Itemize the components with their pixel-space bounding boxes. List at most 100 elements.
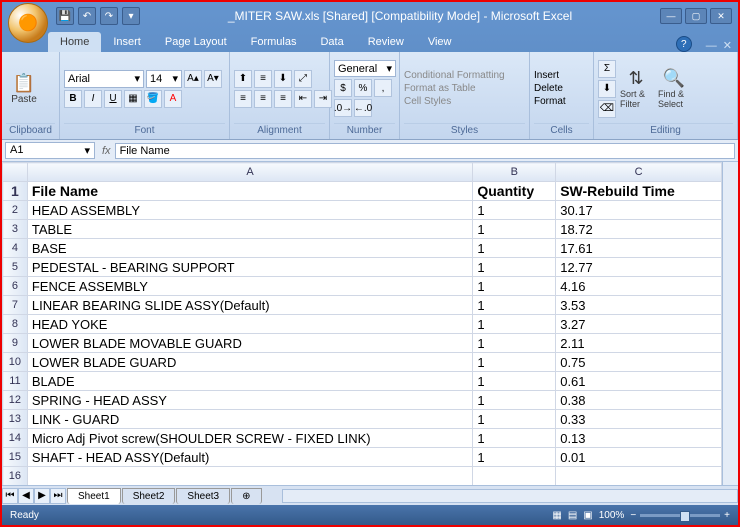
- cell[interactable]: 3.27: [556, 315, 722, 334]
- row-header[interactable]: 11: [3, 372, 28, 391]
- orientation-icon[interactable]: ⤢: [294, 70, 312, 88]
- conditional-formatting-button[interactable]: Conditional Formatting: [404, 70, 505, 81]
- cell[interactable]: 1: [473, 315, 556, 334]
- cell[interactable]: LINEAR BEARING SLIDE ASSY(Default): [27, 296, 472, 315]
- cell[interactable]: 1: [473, 296, 556, 315]
- cell[interactable]: 1: [473, 220, 556, 239]
- row-header[interactable]: 10: [3, 353, 28, 372]
- cell[interactable]: 0.38: [556, 391, 722, 410]
- tab-view[interactable]: View: [416, 32, 464, 52]
- cell[interactable]: 1: [473, 391, 556, 410]
- view-normal-icon[interactable]: ▦: [552, 510, 561, 521]
- minimize-button[interactable]: —: [660, 8, 682, 24]
- cell[interactable]: Quantity: [473, 182, 556, 201]
- view-layout-icon[interactable]: ▤: [568, 510, 577, 521]
- sheet-tab-1[interactable]: Sheet1: [67, 488, 121, 504]
- align-middle-icon[interactable]: ≡: [254, 70, 272, 88]
- number-format-dropdown[interactable]: General▾: [334, 60, 396, 77]
- border-button[interactable]: ▦: [124, 90, 142, 108]
- row-header[interactable]: 7: [3, 296, 28, 315]
- cell[interactable]: 0.61: [556, 372, 722, 391]
- dec-decimal-icon[interactable]: ←.0: [354, 99, 372, 117]
- undo-icon[interactable]: ↶: [78, 7, 96, 25]
- formula-bar[interactable]: File Name: [115, 143, 735, 159]
- italic-button[interactable]: I: [84, 90, 102, 108]
- insert-cells-button[interactable]: Insert: [534, 70, 566, 81]
- cell[interactable]: 1: [473, 334, 556, 353]
- cell[interactable]: [27, 467, 472, 486]
- col-header-B[interactable]: B: [473, 163, 556, 182]
- cell[interactable]: 30.17: [556, 201, 722, 220]
- cell[interactable]: Micro Adj Pivot screw(SHOULDER SCREW - F…: [27, 429, 472, 448]
- cell[interactable]: TABLE: [27, 220, 472, 239]
- cell[interactable]: 1: [473, 410, 556, 429]
- cell[interactable]: 4.16: [556, 277, 722, 296]
- row-header[interactable]: 14: [3, 429, 28, 448]
- cell[interactable]: 1: [473, 239, 556, 258]
- font-color-button[interactable]: A: [164, 90, 182, 108]
- tab-page-layout[interactable]: Page Layout: [153, 32, 239, 52]
- row-header[interactable]: 4: [3, 239, 28, 258]
- cell[interactable]: 1: [473, 201, 556, 220]
- cell[interactable]: 2.11: [556, 334, 722, 353]
- cell[interactable]: FENCE ASSEMBLY: [27, 277, 472, 296]
- align-top-icon[interactable]: ⬆: [234, 70, 252, 88]
- cell[interactable]: BLADE: [27, 372, 472, 391]
- paste-button[interactable]: 📋Paste: [6, 71, 42, 107]
- cell-styles-button[interactable]: Cell Styles: [404, 96, 505, 107]
- row-header[interactable]: 6: [3, 277, 28, 296]
- cell[interactable]: 12.77: [556, 258, 722, 277]
- sheet-nav-next-icon[interactable]: ▶: [34, 488, 50, 504]
- row-header[interactable]: 8: [3, 315, 28, 334]
- cell[interactable]: PEDESTAL - BEARING SUPPORT: [27, 258, 472, 277]
- ribbon-close-icon[interactable]: ✕: [723, 39, 732, 52]
- cell[interactable]: [556, 467, 722, 486]
- cell[interactable]: 0.13: [556, 429, 722, 448]
- save-icon[interactable]: 💾: [56, 7, 74, 25]
- zoom-in-icon[interactable]: +: [724, 510, 730, 521]
- currency-icon[interactable]: $: [334, 79, 352, 97]
- redo-icon[interactable]: ↷: [100, 7, 118, 25]
- clear-icon[interactable]: ⌫: [598, 100, 616, 118]
- vertical-scrollbar[interactable]: [722, 162, 738, 485]
- cell[interactable]: File Name: [27, 182, 472, 201]
- cell[interactable]: 1: [473, 429, 556, 448]
- tab-data[interactable]: Data: [308, 32, 355, 52]
- sheet-tab-3[interactable]: Sheet3: [176, 488, 230, 504]
- select-all-cell[interactable]: [3, 163, 28, 182]
- bold-button[interactable]: B: [64, 90, 82, 108]
- name-box[interactable]: A1▾: [5, 142, 95, 159]
- row-header[interactable]: 2: [3, 201, 28, 220]
- delete-cells-button[interactable]: Delete: [534, 83, 566, 94]
- row-header[interactable]: 5: [3, 258, 28, 277]
- col-header-C[interactable]: C: [556, 163, 722, 182]
- cell[interactable]: 0.33: [556, 410, 722, 429]
- cell[interactable]: 1: [473, 277, 556, 296]
- sheet-nav-last-icon[interactable]: ⏭: [50, 488, 66, 504]
- tab-home[interactable]: Home: [48, 32, 101, 52]
- align-left-icon[interactable]: ≡: [234, 90, 252, 108]
- cell[interactable]: HEAD YOKE: [27, 315, 472, 334]
- zoom-out-icon[interactable]: −: [630, 510, 636, 521]
- cell[interactable]: LOWER BLADE MOVABLE GUARD: [27, 334, 472, 353]
- cell[interactable]: 17.61: [556, 239, 722, 258]
- font-size-dropdown[interactable]: 14▾: [146, 70, 182, 88]
- cell[interactable]: LOWER BLADE GUARD: [27, 353, 472, 372]
- cell[interactable]: 1: [473, 372, 556, 391]
- align-right-icon[interactable]: ≡: [274, 90, 292, 108]
- cell[interactable]: 1: [473, 258, 556, 277]
- row-header[interactable]: 1: [3, 182, 28, 201]
- cell[interactable]: 18.72: [556, 220, 722, 239]
- cell[interactable]: 1: [473, 448, 556, 467]
- cell[interactable]: 0.75: [556, 353, 722, 372]
- cell[interactable]: 0.01: [556, 448, 722, 467]
- tab-formulas[interactable]: Formulas: [239, 32, 309, 52]
- close-button[interactable]: ✕: [710, 8, 732, 24]
- qat-more-icon[interactable]: ▾: [122, 7, 140, 25]
- autosum-icon[interactable]: Σ: [598, 60, 616, 78]
- shrink-font-icon[interactable]: A▾: [204, 70, 222, 88]
- sort-filter-button[interactable]: ⇅Sort & Filter: [618, 66, 654, 111]
- cell[interactable]: BASE: [27, 239, 472, 258]
- row-header[interactable]: 15: [3, 448, 28, 467]
- cell[interactable]: 3.53: [556, 296, 722, 315]
